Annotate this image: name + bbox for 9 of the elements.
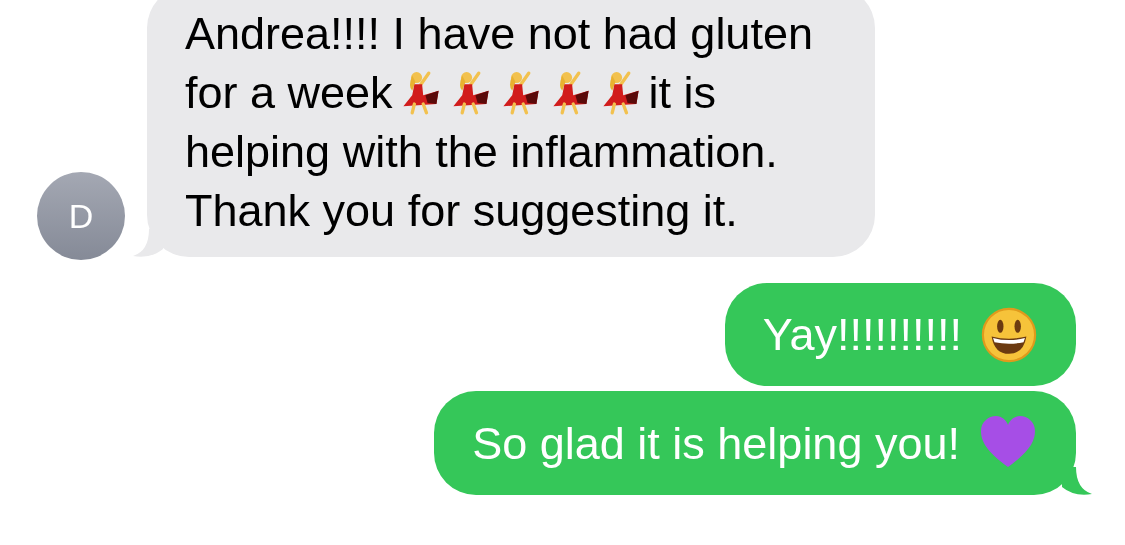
message-text: Yay!!!!!!!!!! (762, 308, 962, 362)
message-text: Andrea!!!! I have not had gluten (185, 7, 813, 61)
message-text: for a week (185, 66, 393, 120)
message-text: Thank you for suggesting it. (185, 184, 738, 238)
message-text: So glad it is helping you! (472, 416, 960, 471)
smiley-icon (980, 305, 1038, 364)
avatar[interactable]: D (37, 172, 125, 260)
message-text: it is (648, 66, 717, 120)
message-text: helping with the inflammation. (185, 125, 778, 179)
